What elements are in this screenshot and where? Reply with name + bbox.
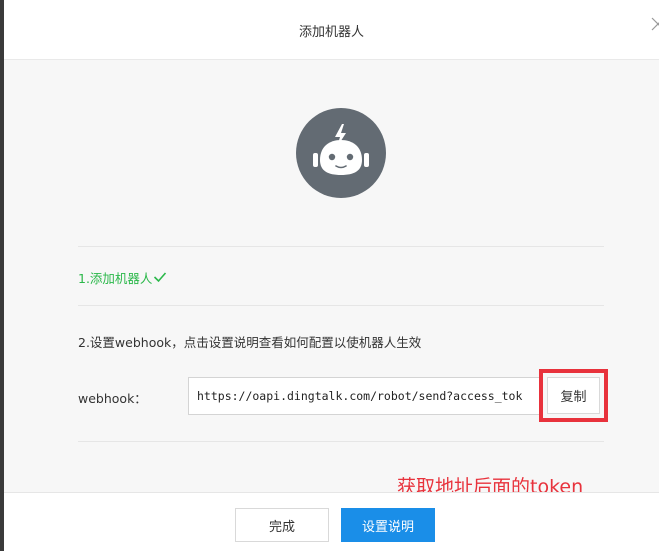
check-icon xyxy=(154,272,167,283)
divider-top xyxy=(78,246,604,247)
step1-status: 1.添加机器人 xyxy=(78,268,167,286)
close-icon xyxy=(651,17,659,31)
dialog-header: 添加机器人 xyxy=(4,0,659,60)
setup-help-button[interactable]: 设置说明 xyxy=(341,508,435,542)
webhook-label: webhook： xyxy=(78,391,147,406)
done-button[interactable]: 完成 xyxy=(235,508,329,542)
close-button[interactable] xyxy=(649,14,659,34)
dialog-title: 添加机器人 xyxy=(298,25,364,40)
step1-label: 1.添加机器人 xyxy=(78,270,153,286)
robot-icon xyxy=(313,124,369,175)
webhook-url-input[interactable] xyxy=(188,377,540,415)
dialog-footer: 完成 设置说明 xyxy=(4,492,659,551)
divider-middle xyxy=(78,305,604,306)
divider-bottom xyxy=(78,441,604,442)
robot-avatar xyxy=(296,108,386,198)
step2-instruction: 2.设置webhook，点击设置说明查看如何配置以使机器人生效 xyxy=(78,335,422,350)
add-robot-dialog: 添加机器人 1.添加机器人 2.设置webhook，点击设置说明查看如何配置以使… xyxy=(4,0,659,551)
copy-button-highlight-box xyxy=(539,369,608,422)
